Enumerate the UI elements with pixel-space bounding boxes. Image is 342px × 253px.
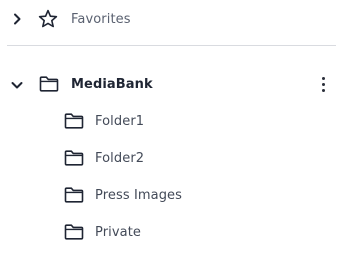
tree-root-label: MediaBank	[71, 76, 153, 92]
tree-item-label: Press Images	[95, 187, 183, 203]
chevron-right-icon[interactable]	[9, 11, 25, 27]
more-vertical-icon[interactable]	[317, 74, 329, 94]
tree-item-folder2[interactable]: Folder2	[60, 143, 320, 173]
folder-icon	[64, 224, 84, 240]
folder-icon	[64, 150, 84, 166]
star-icon	[38, 9, 58, 29]
folder-icon	[64, 187, 84, 203]
tree-item-label: Private	[95, 224, 142, 240]
chevron-down-icon[interactable]	[9, 77, 25, 93]
tree-root-mediabank[interactable]: MediaBank	[0, 69, 342, 99]
divider	[7, 45, 336, 46]
tree-item-label: Folder2	[95, 150, 145, 166]
tree-item-private[interactable]: Private	[60, 217, 320, 247]
folder-icon	[64, 113, 84, 129]
folder-icon	[39, 76, 59, 92]
tree-item-folder1[interactable]: Folder1	[60, 106, 320, 136]
tree-item-press-images[interactable]: Press Images	[60, 180, 320, 210]
favorites-row[interactable]: Favorites	[0, 4, 342, 34]
favorites-label: Favorites	[71, 11, 131, 27]
tree-item-label: Folder1	[95, 113, 145, 129]
